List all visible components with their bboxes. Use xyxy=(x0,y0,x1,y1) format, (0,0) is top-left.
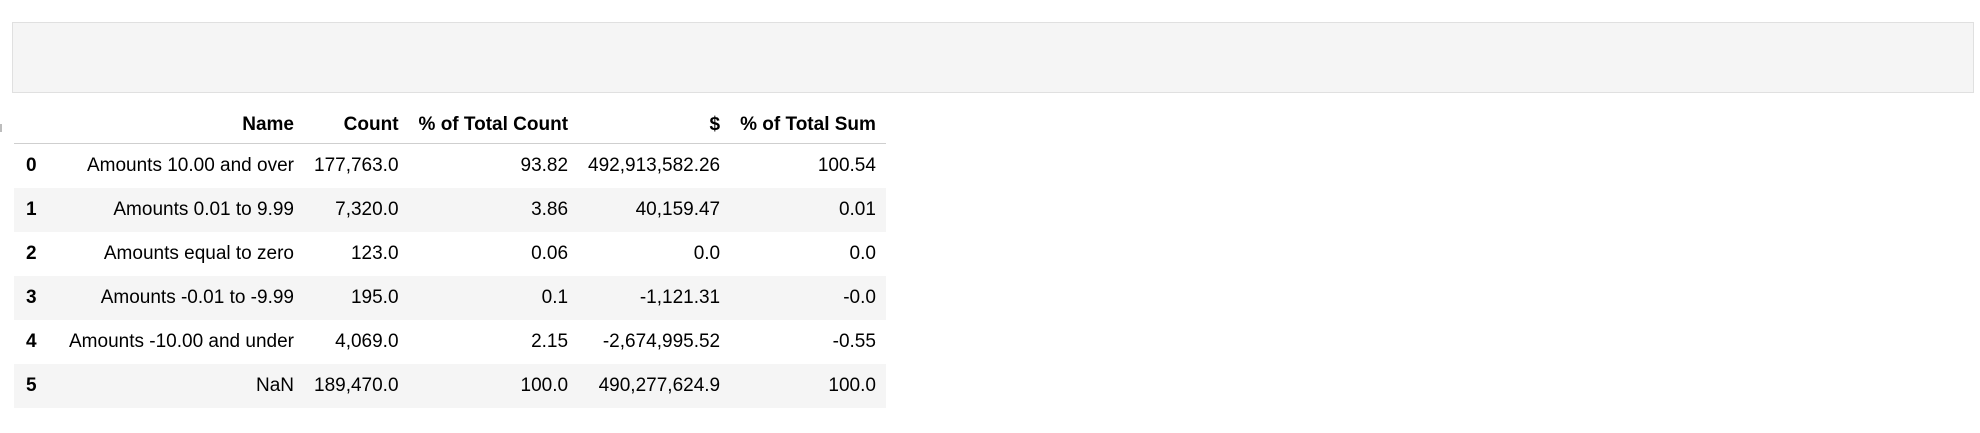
cell-pct-total-count: 0.06 xyxy=(531,243,569,264)
cell-count: 7,320.0 xyxy=(335,199,399,220)
code-text: (detail_df. xyxy=(348,89,475,92)
cell-count: 189,470.0 xyxy=(314,375,399,396)
row-index: 1 xyxy=(26,199,37,220)
row-index: 0 xyxy=(26,155,37,176)
table-row: 4 Amounts -10.00 and under 4,069.0 2.15 … xyxy=(14,320,886,364)
code-text: ( xyxy=(1746,89,1758,92)
row-index: 4 xyxy=(26,331,37,352)
cell-pct-total-sum: 100.0 xyxy=(828,375,876,396)
cell-pct-total-sum: -0.55 xyxy=(832,331,876,352)
header-pct-total-sum: % of Total Sum xyxy=(730,106,886,144)
code-cell-editor[interactable]: detail_df = detail_df.append(detail_df.s… xyxy=(12,22,1974,93)
code-text: ) xyxy=(1770,89,1782,92)
code-string: 'Name' xyxy=(984,89,1053,92)
code-method: round xyxy=(1689,89,1747,92)
cell-pct-total-count: 3.86 xyxy=(531,199,569,220)
header-name: Name xyxy=(54,106,304,144)
code-keyword: True xyxy=(903,89,949,92)
cell-dollars: 492,913,582.26 xyxy=(588,155,721,176)
code-string: '% of Total Sum' xyxy=(1469,89,1654,92)
code-text: detail_df. xyxy=(152,89,280,92)
code-keyword: True xyxy=(672,89,718,92)
cell-name: NaN xyxy=(255,375,294,396)
code-operator: = xyxy=(141,89,153,92)
table-row: 5 NaN 189,470.0 100.0 490,277,624.9 100.… xyxy=(14,364,886,408)
code-text: , xyxy=(1157,89,1180,92)
cell-count: 123.0 xyxy=(350,243,399,264)
table-row: 2 Amounts equal to zero 123.0 0.06 0.0 0… xyxy=(14,232,886,276)
cell-dollars: 490,277,624.9 xyxy=(598,375,721,396)
code-text: (numeric_only xyxy=(510,89,660,92)
table-row: 1 Amounts 0.01 to 9.99 7,320.0 3.86 40,1… xyxy=(14,188,886,232)
code-text: ]]. xyxy=(1654,89,1689,92)
cell-pct-total-sum: -0.0 xyxy=(843,287,876,308)
code-text: ), ignore_index xyxy=(718,89,891,92)
cell-pct-total-sum: 100.54 xyxy=(817,155,876,176)
table-body: 0 Amounts 10.00 and over 177,763.0 93.82… xyxy=(14,144,886,408)
cell-dollars: -1,121.31 xyxy=(639,287,721,308)
table-row: 0 Amounts 10.00 and over 177,763.0 93.82… xyxy=(14,144,886,189)
code-text: detail_df xyxy=(25,89,141,92)
table-header: Name Count % of Total Count $ % of Total… xyxy=(14,106,886,144)
cell-count: 195.0 xyxy=(350,287,399,308)
header-index xyxy=(14,106,54,144)
cell-count: 177,763.0 xyxy=(314,155,399,176)
row-index: 5 xyxy=(26,375,37,396)
header-dollars: $ xyxy=(578,106,731,144)
cell-pct-total-sum: 0.0 xyxy=(849,243,876,264)
cell-output: Name Count % of Total Count $ % of Total… xyxy=(14,106,886,408)
cell-pct-total-count: 0.1 xyxy=(541,287,569,308)
code-text: )[[ xyxy=(949,89,984,92)
code-text: , xyxy=(1388,89,1411,92)
cell-dollars: 0.0 xyxy=(693,243,721,264)
code-method: sum xyxy=(476,89,511,92)
code-line-1: detail_df = detail_df.append(detail_df.s… xyxy=(25,87,1961,92)
code-method: append xyxy=(279,89,348,92)
code-text: , xyxy=(1053,89,1076,92)
cell-name: Amounts 0.01 to 9.99 xyxy=(113,199,294,220)
cell-dollars: -2,674,995.52 xyxy=(602,331,721,352)
table-row: 3 Amounts -0.01 to -9.99 195.0 0.1 -1,12… xyxy=(14,276,886,320)
cell-name: Amounts -0.01 to -9.99 xyxy=(100,287,294,308)
code-string: 'Count' xyxy=(1076,89,1157,92)
cell-pct-total-sum: 0.01 xyxy=(838,199,876,220)
code-text: , xyxy=(1446,89,1469,92)
cell-count: 4,069.0 xyxy=(335,331,399,352)
header-row: Name Count % of Total Count $ % of Total… xyxy=(14,106,886,144)
cell-name: Amounts -10.00 and under xyxy=(69,331,294,352)
code-string: '$' xyxy=(1411,89,1446,92)
cell-pct-total-count: 100.0 xyxy=(520,375,569,396)
code-operator: = xyxy=(660,89,672,92)
cell-edge-marker xyxy=(0,124,2,132)
cell-name: Amounts 10.00 and over xyxy=(86,155,294,176)
code-number: 2 xyxy=(1758,89,1770,92)
cell-pct-total-count: 93.82 xyxy=(520,155,569,176)
header-pct-total-count: % of Total Count xyxy=(408,106,579,144)
code-operator: = xyxy=(891,89,903,92)
code-string: '% of Total Count' xyxy=(1180,89,1388,92)
dataframe-table: Name Count % of Total Count $ % of Total… xyxy=(14,106,886,408)
cell-name: Amounts equal to zero xyxy=(103,243,294,264)
cell-dollars: 40,159.47 xyxy=(635,199,721,220)
header-count: Count xyxy=(304,106,409,144)
row-index: 2 xyxy=(26,243,37,264)
cell-pct-total-count: 2.15 xyxy=(531,331,569,352)
row-index: 3 xyxy=(26,287,37,308)
